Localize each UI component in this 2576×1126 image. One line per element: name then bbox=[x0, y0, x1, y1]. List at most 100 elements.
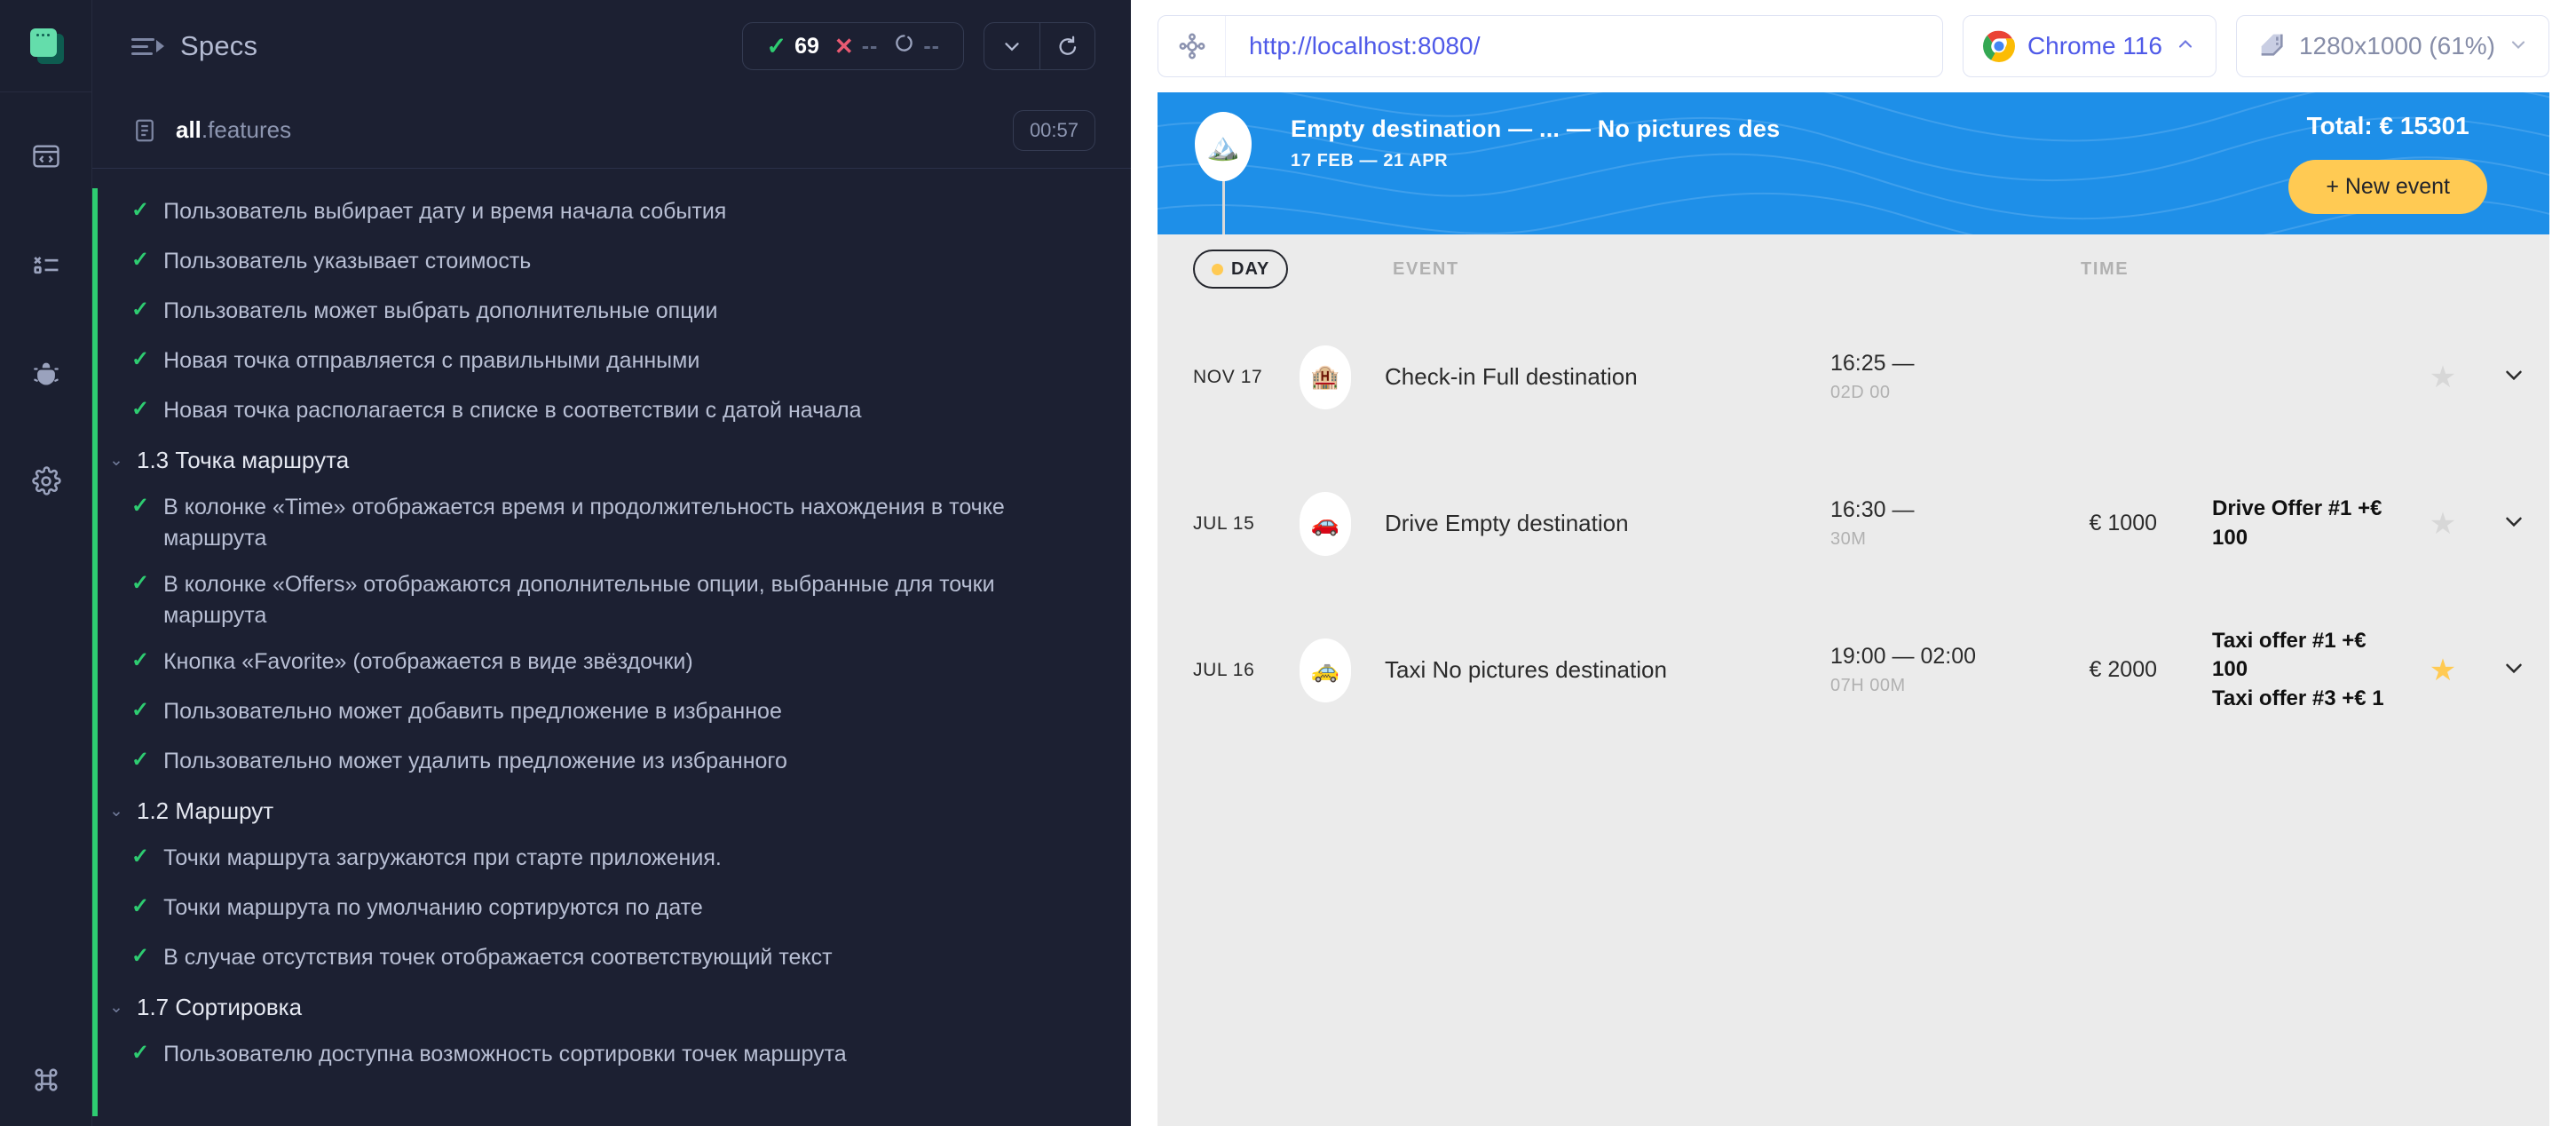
event-type-icon: 🚕 bbox=[1300, 638, 1351, 702]
event-type-icon: 🚗 bbox=[1300, 492, 1351, 556]
event-price: € 1000 bbox=[2021, 511, 2177, 536]
spec-item-label: В случае отсутствия точек отображается с… bbox=[163, 942, 832, 973]
bug-icon[interactable] bbox=[23, 350, 69, 396]
command-key-icon[interactable] bbox=[23, 1057, 69, 1103]
collapse-all-icon[interactable] bbox=[131, 38, 164, 55]
spinner-icon bbox=[893, 32, 915, 60]
event-time: 16:25 — 02D 00 bbox=[1830, 351, 2021, 403]
event-name: Check-in Full destination bbox=[1351, 363, 1830, 391]
timeline-stem bbox=[1222, 178, 1225, 234]
spec-group-row[interactable]: ⌄ 1.3 Точка маршрута bbox=[108, 437, 1095, 484]
spec-actions bbox=[984, 22, 1095, 70]
trip-title: Empty destination — ... — No pictures de… bbox=[1291, 115, 1780, 143]
status-pending: -- bbox=[893, 32, 940, 60]
event-time: 16:30 — 30M bbox=[1830, 497, 2021, 550]
browser-toolbar: http://localhost:8080/ Chrome 116 bbox=[1131, 0, 2576, 92]
spec-item-row[interactable]: ✓В колонке «Offers» отображаются дополни… bbox=[131, 561, 1095, 638]
gear-icon[interactable] bbox=[23, 458, 69, 504]
event-duration: 02D 00 bbox=[1830, 383, 2021, 403]
event-offers: Drive Offer #1 +€ 100 bbox=[2177, 495, 2407, 551]
spec-item-row[interactable]: ✓Новая точка располагается в списке в со… bbox=[131, 387, 1095, 437]
new-event-button[interactable]: + New event bbox=[2288, 160, 2487, 214]
chevron-down-icon[interactable] bbox=[984, 23, 1039, 69]
column-header-event: EVENT bbox=[1393, 259, 1459, 280]
spec-item-row[interactable]: ✓ Кнопка «Favorite» (отображается в виде … bbox=[131, 638, 1095, 688]
check-icon: ✓ bbox=[766, 35, 786, 59]
event-time: 19:00 — 02:0007H 00M bbox=[1830, 644, 2021, 696]
spec-item-row[interactable]: ✓Точки маршрута по умолчанию сортируются… bbox=[131, 884, 1095, 934]
file-icon bbox=[131, 117, 158, 144]
browser-selector-button[interactable]: Chrome 116 bbox=[1963, 15, 2216, 77]
spec-group-label: 1.2 Маршрут bbox=[137, 797, 273, 825]
spec-item-label: Пользователь выбирает дату и время начал… bbox=[163, 196, 726, 227]
spec-item-row[interactable]: ✓Точки маршрута загружаются при старте п… bbox=[131, 835, 1095, 884]
expand-chevron-icon[interactable] bbox=[2478, 654, 2549, 686]
event-date: NOV 17 bbox=[1193, 367, 1300, 388]
event-name: Drive Empty destination bbox=[1351, 510, 1830, 537]
chevron-down-icon bbox=[2508, 34, 2529, 59]
chevron-down-icon: ⌄ bbox=[108, 452, 124, 469]
code-window-icon[interactable] bbox=[23, 133, 69, 179]
spec-item-label: Точки маршрута загружаются при старте пр… bbox=[163, 843, 722, 874]
spec-item-row[interactable]: ✓ В случае отсутствия точек отображается … bbox=[131, 934, 1095, 984]
table-row[interactable]: JUL 15🚗Drive Empty destination16:30 — 30M… bbox=[1158, 450, 2549, 597]
chrome-icon bbox=[1983, 30, 2015, 62]
feature-file-name: all.features bbox=[176, 116, 291, 144]
url-text[interactable]: http://localhost:8080/ bbox=[1226, 32, 1481, 60]
target-icon[interactable] bbox=[1158, 16, 1226, 76]
spec-item-row[interactable]: ✓Новая точка отправляется с правильными … bbox=[131, 337, 1095, 387]
favorite-star-icon[interactable]: ★ bbox=[2407, 653, 2478, 688]
spec-item-label: Пользовательно может добавить предложени… bbox=[163, 696, 782, 727]
check-icon: ✓ bbox=[131, 696, 149, 725]
resolution-selector-label: 1280x1000 (61%) bbox=[2299, 32, 2495, 60]
spec-item-row[interactable]: ✓Пользователь может выбрать дополнительн… bbox=[131, 288, 1095, 337]
check-icon: ✓ bbox=[131, 1039, 149, 1067]
trip-dates: 17 FEB — 21 APR bbox=[1291, 151, 1780, 171]
spec-item-row[interactable]: ✓ Пользовательно может добавить предложен… bbox=[131, 688, 1095, 738]
page-viewport: 🏔️ Empty destination — ... — No pictures… bbox=[1158, 92, 2549, 1126]
check-icon: ✓ bbox=[131, 646, 149, 675]
event-time-range: 16:30 — bbox=[1830, 497, 2021, 523]
spec-item-row[interactable]: ✓ Пользователю доступна возможность сорти… bbox=[131, 1031, 1095, 1081]
event-time-range: 16:25 — bbox=[1830, 351, 2021, 377]
refresh-icon[interactable] bbox=[1039, 23, 1094, 69]
check-icon: ✓ bbox=[131, 246, 149, 274]
run-timer: 00:57 bbox=[1013, 110, 1095, 151]
chevron-down-icon: ⌄ bbox=[108, 999, 124, 1016]
spec-item-label: Кнопка «Favorite» (отображается в виде з… bbox=[163, 646, 693, 678]
app-logo[interactable] bbox=[0, 0, 92, 92]
specs-panel: Specs ✓ 69 ✕ -- bbox=[92, 0, 1131, 1126]
browser-pane: http://localhost:8080/ Chrome 116 bbox=[1131, 0, 2576, 1126]
feature-file-row[interactable]: all.features 00:57 bbox=[92, 92, 1131, 169]
event-date: JUL 15 bbox=[1193, 513, 1300, 535]
cross-icon: ✕ bbox=[834, 35, 854, 58]
spec-group-row[interactable]: ⌄1.7 Сортировка bbox=[108, 984, 1095, 1031]
event-offers: Taxi offer #1 +€ 100Taxi offer #3 +€ 1 bbox=[2177, 627, 2407, 712]
day-sort-pill[interactable]: DAY bbox=[1193, 250, 1288, 289]
expand-chevron-icon[interactable] bbox=[2478, 361, 2549, 393]
check-icon: ✓ bbox=[131, 345, 149, 374]
test-list-icon[interactable] bbox=[23, 242, 69, 288]
icon-rail bbox=[0, 0, 92, 1126]
spec-list-wrap: ✓ Пользователь выбирает дату и время нача… bbox=[92, 169, 1131, 1081]
spec-item-label: Пользователю доступна возможность сортир… bbox=[163, 1039, 847, 1070]
spec-group-row[interactable]: ⌄1.2 Маршрут bbox=[108, 788, 1095, 835]
table-row[interactable]: JUL 16🚕Taxi No pictures destination19:00… bbox=[1158, 597, 2549, 743]
expand-chevron-icon[interactable] bbox=[2478, 508, 2549, 539]
address-bar[interactable]: http://localhost:8080/ bbox=[1158, 15, 1943, 77]
event-duration: 30M bbox=[1830, 529, 2021, 550]
table-header: DAY EVENT TIME bbox=[1158, 234, 2549, 304]
spec-group-label: 1.3 Точка маршрута bbox=[137, 447, 349, 474]
favorite-star-icon[interactable]: ★ bbox=[2407, 506, 2478, 542]
spec-item-row[interactable]: ✓Пользователь указывает стоимость bbox=[131, 238, 1095, 288]
spec-item-row[interactable]: ✓Пользователь выбирает дату и время нача… bbox=[131, 188, 1095, 238]
table-row[interactable]: NOV 17🏨Check-in Full destination16:25 —0… bbox=[1158, 304, 2549, 450]
resolution-selector-button[interactable]: 1280x1000 (61%) bbox=[2236, 15, 2549, 77]
column-header-time: TIME bbox=[2081, 259, 2129, 280]
pass-indicator-bar bbox=[92, 188, 98, 1116]
event-duration: 07H 00M bbox=[1830, 676, 2021, 696]
spec-item-row[interactable]: ✓Пользовательно может удалить предложени… bbox=[131, 738, 1095, 788]
spec-item-row[interactable]: ✓В колонке «Time» отображается время и п… bbox=[131, 484, 1095, 561]
check-icon: ✓ bbox=[131, 942, 149, 971]
favorite-star-icon[interactable]: ★ bbox=[2407, 360, 2478, 395]
